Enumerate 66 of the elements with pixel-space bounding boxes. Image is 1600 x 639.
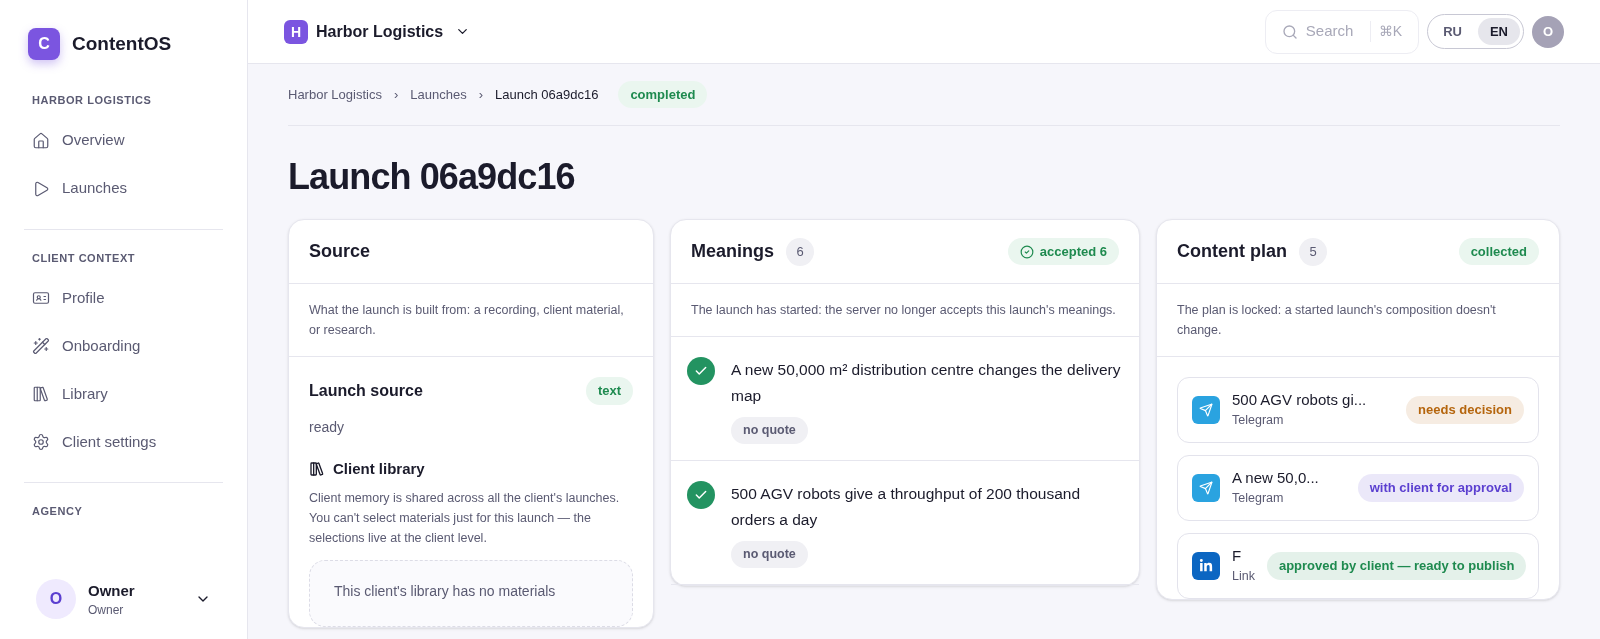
plan-item-title: F — [1232, 546, 1242, 566]
card-description: The launch has started: the server no longer accepts this launch's meanings. — [691, 302, 1117, 319]
client-logo: H — [284, 19, 308, 44]
user-menu[interactable]: O Owner Owner — [0, 559, 247, 639]
nav-item[interactable]: Launches — [24, 164, 223, 213]
check-circle-icon — [1019, 244, 1034, 259]
language-option[interactable]: EN — [1477, 17, 1520, 46]
card-description: What the launch is built from: a recording, client material, or research. — [309, 302, 625, 339]
quote-tag: no quote — [731, 417, 808, 444]
library-icon — [309, 460, 325, 477]
status-badge: accepted 6 — [1007, 237, 1119, 266]
card-title: Meanings — [691, 240, 774, 263]
paper-plane-icon — [1192, 396, 1220, 424]
plan-item-platform: Link — [1232, 568, 1255, 585]
app-logo: C — [28, 28, 60, 60]
status-badge: completed — [618, 80, 708, 109]
card-description: The plan is locked: a started launch's composition doesn't change. — [1177, 302, 1497, 339]
status-badge: approved by client — ready to publish — [1266, 552, 1527, 580]
status-badge: with client for approval — [1357, 474, 1524, 502]
nav-item[interactable]: Library — [24, 370, 223, 418]
plan-item-title: A new 50,0... — [1232, 468, 1319, 488]
quote-tag: no quote — [731, 540, 808, 568]
user-name: Owner — [88, 580, 136, 601]
empty-state-text: This client's library has no materials — [334, 582, 557, 601]
plan-item[interactable]: F Link approved by client — ready to publish — [1177, 533, 1539, 599]
card-title: Source — [309, 240, 371, 263]
section-title: Client library — [333, 458, 425, 479]
plan-item-platform: Telegram — [1232, 412, 1284, 429]
nav-item[interactable]: Client settings — [24, 418, 223, 466]
nav-item[interactable]: Onboarding — [24, 322, 223, 370]
app-name: ContentOS — [72, 31, 172, 56]
search-icon — [1281, 23, 1298, 40]
client-name: Harbor Logistics — [316, 21, 444, 42]
type-badge: text — [585, 377, 633, 405]
nav-item[interactable]: Overview — [24, 116, 223, 165]
client-switcher[interactable]: H Harbor Logistics — [284, 19, 471, 44]
section-heading: AGENCY — [31, 504, 84, 519]
language-option[interactable]: RU — [1431, 17, 1474, 46]
meaning-text: 500 AGV robots give a throughput of 200 thousand orders a day — [731, 483, 1081, 530]
user-role: Owner — [88, 602, 125, 619]
shortcut-hint: ⌘K — [1369, 21, 1403, 42]
breadcrumb-separator: › — [478, 85, 483, 104]
status-badge: needs decision — [1406, 396, 1524, 424]
count-badge: 6 — [786, 237, 814, 266]
search-input[interactable]: Search — [1305, 20, 1362, 43]
breadcrumb-link[interactable]: Launches — [410, 84, 467, 105]
plan-item-title: 500 AGV robots gi... — [1232, 390, 1367, 410]
section-heading: HARBOR LOGISTICS — [31, 93, 153, 108]
plan-item-platform: Telegram — [1232, 490, 1284, 507]
nav-item[interactable]: Profile — [24, 274, 223, 322]
breadcrumb-link[interactable]: Harbor Logistics — [288, 84, 382, 105]
plan-item[interactable]: A new 50,0... Telegram with client for approval — [1177, 455, 1539, 521]
count-badge: 5 — [1299, 237, 1327, 266]
plan-item[interactable]: 500 AGV robots gi... Telegram needs decision — [1177, 377, 1539, 443]
library-description: Client memory is shared across all the client's launches. You can't select materials just for this launch — the selections live at the client level. — [309, 490, 621, 547]
source-state: ready — [309, 417, 346, 437]
paper-plane-icon — [1192, 474, 1220, 502]
user-avatar: O — [36, 579, 76, 619]
section-heading: CLIENT CONTEXT — [31, 250, 137, 266]
page-title: Launch 06a9dc16 — [288, 155, 576, 199]
section-title: Launch source — [309, 380, 423, 401]
meaning-text: A new 50,000 m² distribution centre changes the delivery map — [731, 360, 1122, 406]
breadcrumb-separator: › — [393, 85, 399, 104]
card-title: Content plan — [1177, 240, 1287, 263]
status-badge: collected — [1458, 237, 1539, 266]
linkedin-icon — [1192, 552, 1220, 580]
